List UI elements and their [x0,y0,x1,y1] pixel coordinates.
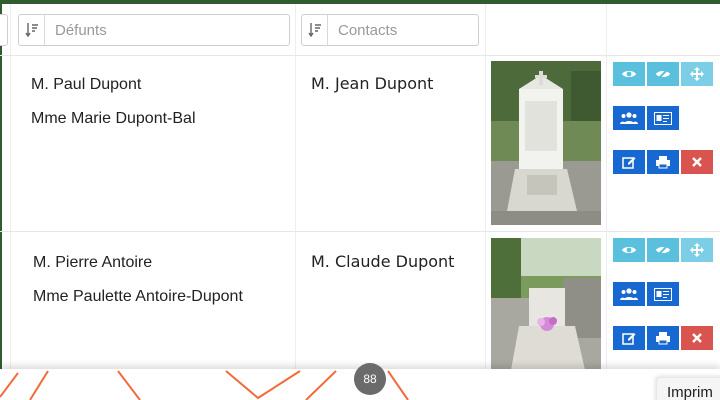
sort-icon[interactable] [302,15,328,45]
table-row: M. Paul Dupont Mme Marie Dupont-Bal M. J… [0,56,720,232]
defunt-name: M. Pierre Antoire [33,254,153,271]
eye-slash-icon [656,244,670,256]
contacts-filter [301,14,479,46]
edit-button[interactable] [613,150,645,174]
move-button[interactable] [681,62,713,86]
contact-card-button[interactable] [647,282,679,306]
defunt-name: M. Paul Dupont [31,76,142,93]
print-button[interactable] [647,326,679,350]
contact-name[interactable]: M. Claude Dupont [311,252,454,271]
print-icon [656,156,670,169]
delete-button[interactable] [681,150,713,174]
eye-icon [622,247,636,253]
contacts-filter-input[interactable] [328,21,468,39]
id-card-icon [654,287,672,301]
table-row: M. Pierre Antoire Mme Paulette Antoire-D… [0,232,720,372]
view-button[interactable] [613,238,645,262]
defunts-filter [18,14,290,46]
defunts-filter-input[interactable] [45,21,245,39]
hide-button[interactable] [647,62,679,86]
id-card-icon [654,111,672,125]
edit-button[interactable] [613,326,645,350]
hide-button[interactable] [647,238,679,262]
users-icon [620,112,638,124]
sort-icon[interactable] [19,15,45,45]
print-tab[interactable]: Imprim [657,378,720,400]
defunt-name: Mme Marie Dupont-Bal [31,110,196,127]
close-icon [692,157,702,167]
move-arrows-icon [690,243,704,257]
users-icon [620,288,638,300]
print-button[interactable] [647,150,679,174]
grave-photo[interactable] [491,61,601,225]
contact-name[interactable]: M. Jean Dupont [311,74,433,93]
contact-card-button[interactable] [647,106,679,130]
grave-photo[interactable] [491,238,601,370]
print-icon [656,332,670,345]
count-badge[interactable]: 88 [354,363,386,395]
move-button[interactable] [681,238,713,262]
close-icon [692,333,702,343]
filter-row [0,4,720,56]
family-button[interactable] [613,282,645,306]
defunt-name: Mme Paulette Antoire-Dupont [33,288,243,305]
filter-box-partial[interactable] [0,14,8,46]
edit-icon [622,333,636,345]
family-button[interactable] [613,106,645,130]
view-button[interactable] [613,62,645,86]
delete-button[interactable] [681,326,713,350]
edit-icon [622,157,636,169]
eye-slash-icon [656,68,670,80]
eye-icon [622,71,636,77]
move-arrows-icon [690,67,704,81]
